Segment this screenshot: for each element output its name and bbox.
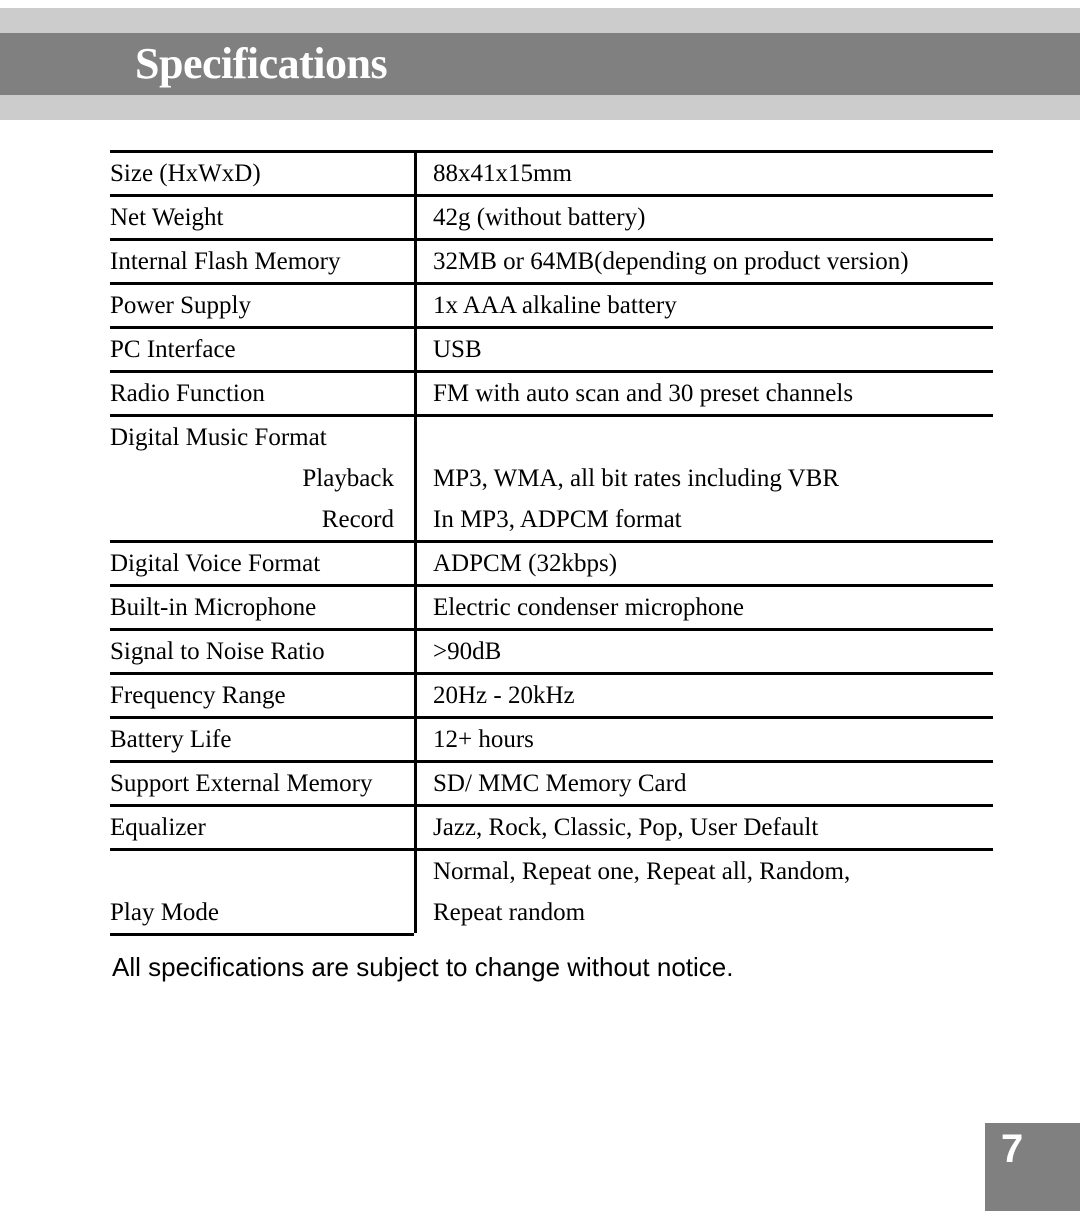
spec-value-playback: MP3, WMA, all bit rates including VBR [433, 465, 840, 492]
spec-label: Play Mode [110, 899, 220, 926]
header-band-light-top [0, 8, 1080, 33]
table-row: Internal Flash Memory 32MB or 64MB(depen… [110, 238, 993, 282]
spec-value-group: MP3, WMA, all bit rates including VBR In… [414, 417, 993, 540]
spec-value: 42g (without battery) [414, 197, 993, 238]
spec-label: Net Weight [110, 203, 224, 231]
spec-value-line-1: Normal, Repeat one, Repeat all, Random, [433, 858, 851, 885]
spec-label: Power Supply [110, 291, 251, 319]
spec-value: 20Hz - 20kHz [414, 675, 993, 716]
table-row: Built-in Microphone Electric condenser m… [110, 584, 993, 628]
spec-label: Support External Memory [110, 769, 373, 797]
spec-value: 32MB or 64MB(depending on product versio… [414, 241, 993, 282]
table-row: PC Interface USB [110, 326, 993, 370]
spec-label: Radio Function [110, 379, 265, 407]
table-row: Frequency Range 20Hz - 20kHz [110, 672, 993, 716]
spec-label: Size (HxWxD) [110, 159, 261, 187]
spec-value: 1x AAA alkaline battery [414, 285, 993, 326]
spec-value-line-2: Repeat random [433, 899, 586, 926]
spec-label: Digital Voice Format [110, 549, 321, 577]
specifications-table: Size (HxWxD) 88x41x15mm Net Weight 42g (… [110, 150, 993, 936]
spec-label: Frequency Range [110, 681, 286, 709]
footer-note: All specifications are subject to change… [112, 952, 734, 982]
table-row: Radio Function FM with auto scan and 30 … [110, 370, 993, 414]
page-title: Specifications [135, 39, 388, 88]
page-number: 7 [1001, 1127, 1024, 1171]
spec-label: Signal to Noise Ratio [110, 637, 325, 665]
spec-value: USB [414, 329, 993, 370]
spec-value: Electric condenser microphone [414, 587, 993, 628]
spec-sublabel-record: Record [321, 506, 394, 533]
spec-value-record: In MP3, ADPCM format [433, 506, 682, 533]
table-row: Battery Life 12+ hours [110, 716, 993, 760]
table-bottom-rule [110, 933, 414, 936]
spec-value: ADPCM (32kbps) [414, 543, 993, 584]
spec-value: 88x41x15mm [414, 153, 993, 194]
spec-label: Equalizer [110, 813, 206, 841]
table-row: Size (HxWxD) 88x41x15mm [110, 150, 993, 194]
table-row: Power Supply 1x AAA alkaline battery [110, 282, 993, 326]
table-row-play-mode: Play Mode Normal, Repeat one, Repeat all… [110, 848, 993, 933]
spec-label-group: Play Mode [110, 851, 414, 933]
table-row: Net Weight 42g (without battery) [110, 194, 993, 238]
spec-value-group: Normal, Repeat one, Repeat all, Random, … [414, 851, 993, 933]
spec-label-group: Digital Music Format Playback Record [110, 417, 414, 540]
spec-sublabel-playback: Playback [302, 465, 394, 492]
header-band-light-bottom [0, 95, 1080, 120]
page-number-box: 7 [985, 1123, 1080, 1211]
spec-value-blank [433, 417, 993, 458]
spec-value: SD/ MMC Memory Card [414, 763, 993, 804]
spec-label: Internal Flash Memory [110, 247, 341, 275]
spec-label: Digital Music Format [110, 424, 327, 451]
table-row: Digital Voice Format ADPCM (32kbps) [110, 540, 993, 584]
table-row: Support External Memory SD/ MMC Memory C… [110, 760, 993, 804]
table-row-digital-music-format: Digital Music Format Playback Record MP3… [110, 414, 993, 540]
spec-value: >90dB [414, 631, 993, 672]
table-row: Signal to Noise Ratio >90dB [110, 628, 993, 672]
spec-value: 12+ hours [414, 719, 993, 760]
spec-label: Built-in Microphone [110, 593, 317, 621]
spec-label: PC Interface [110, 335, 236, 363]
page-header: Specifications [0, 0, 1080, 120]
spec-value: FM with auto scan and 30 preset channels [414, 373, 993, 414]
spec-value: Jazz, Rock, Classic, Pop, User Default [414, 807, 993, 848]
spec-label: Battery Life [110, 725, 232, 753]
table-row: Equalizer Jazz, Rock, Classic, Pop, User… [110, 804, 993, 848]
